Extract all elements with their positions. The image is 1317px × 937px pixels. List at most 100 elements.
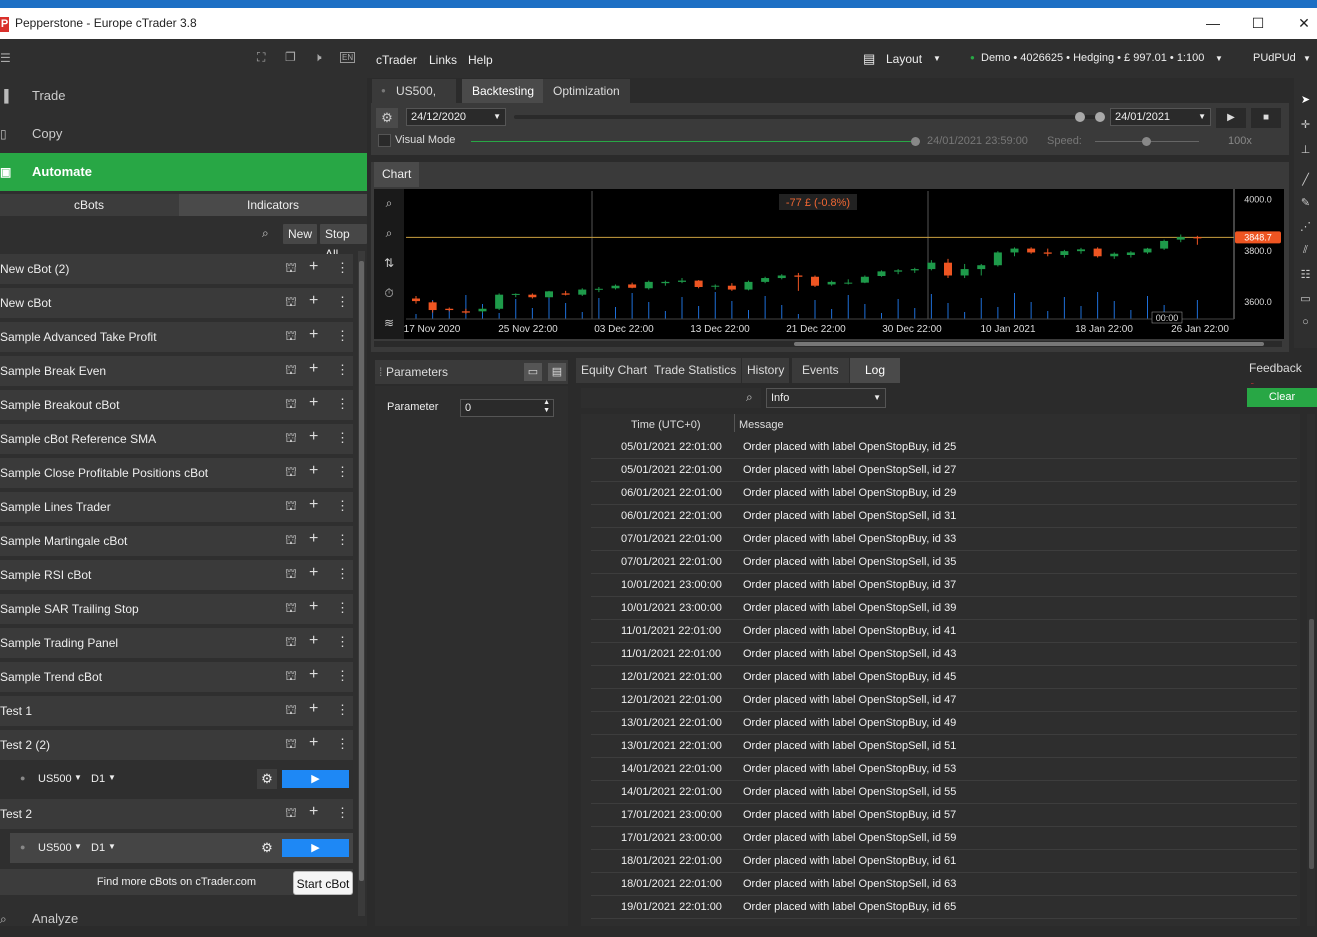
log-row[interactable]: 17/01/2021 23:00:00 Order placed with lab… (591, 827, 1297, 850)
menu-ctrader[interactable]: cTrader (376, 53, 417, 67)
log-row[interactable]: 06/01/2021 22:01:00 Order placed with lab… (591, 482, 1297, 505)
column-divider[interactable] (734, 414, 735, 432)
log-row[interactable]: 07/01/2021 22:01:00 Order placed with lab… (591, 551, 1297, 574)
add-instance-icon[interactable]: + (309, 292, 318, 310)
log-row[interactable]: 18/01/2021 22:01:00 Order placed with lab… (591, 850, 1297, 873)
log-row[interactable]: 12/01/2021 22:01:00 Order placed with lab… (591, 689, 1297, 712)
chevron-down-icon[interactable]: ▼ (933, 54, 941, 63)
more-menu-icon[interactable]: ⋮ (336, 362, 349, 378)
cbot-row[interactable]: Test 1 ⛫ + ⋮ (0, 696, 353, 726)
tab-symbol[interactable]: ● US500, D1 (372, 79, 456, 122)
log-row[interactable]: 19/01/2021 22:01:00 Order placed with lab… (591, 896, 1297, 919)
line-icon[interactable]: ╱ (1294, 173, 1317, 186)
layout-icon[interactable]: ▤ (863, 51, 875, 67)
cbot-row[interactable]: Sample SAR Trailing Stop ⛫ + ⋮ (0, 594, 353, 624)
add-instance-icon[interactable]: + (309, 360, 318, 378)
user-name[interactable]: PUdPUd (1253, 52, 1296, 64)
stepper-icon[interactable]: ▲ ▼ (543, 399, 550, 415)
more-menu-icon[interactable]: ⋮ (336, 702, 349, 718)
cbot-row[interactable]: Sample Trend cBot ⛫ + ⋮ (0, 662, 353, 692)
candlestick-chart[interactable]: ⌕ ⌕ ⇅ ⏱ ≋ 4000.0 3800.0 3600.0 3848.7 -77 £ (-0.8… (374, 189, 1284, 339)
chevron-down-icon[interactable]: ▼ (108, 773, 116, 782)
add-instance-icon[interactable]: + (309, 598, 318, 616)
tab-indicators[interactable]: Indicators (179, 194, 367, 216)
stop-button[interactable]: ■ (1251, 108, 1281, 128)
log-row[interactable]: 14/01/2021 22:01:00 Order placed with lab… (591, 781, 1297, 804)
gear-icon[interactable]: ⚙ (257, 769, 277, 789)
instances-icon[interactable]: ⛫ (285, 430, 297, 448)
instances-icon[interactable]: ⛫ (285, 805, 297, 823)
instances-icon[interactable]: ⛫ (285, 668, 297, 686)
log-row[interactable]: 11/01/2021 22:01:00 Order placed with lab… (591, 643, 1297, 666)
tab-history[interactable]: History (742, 358, 790, 383)
nav-trade[interactable]: ▐ Trade (0, 77, 367, 115)
gear-icon[interactable]: ⚙ (376, 108, 398, 128)
more-menu-icon[interactable]: ⋮ (336, 464, 349, 480)
cbot-row[interactable]: Test 2 ⛫ + ⋮ (0, 799, 353, 829)
nav-copy[interactable]: ▯ Copy (0, 115, 367, 153)
instances-icon[interactable]: ⛫ (285, 260, 297, 278)
search-icon[interactable]: ⌕ (262, 226, 269, 241)
more-menu-icon[interactable]: ⋮ (336, 532, 349, 548)
instances-icon[interactable]: ⛫ (285, 532, 297, 550)
search-icon[interactable]: ⌕ (746, 390, 753, 405)
end-date-field[interactable]: 24/01/2021 ▼ (1110, 108, 1211, 126)
more-menu-icon[interactable]: ⋮ (336, 634, 349, 650)
circle-icon[interactable]: ○ (1294, 316, 1317, 328)
scroll-thumb[interactable] (359, 261, 364, 881)
more-menu-icon[interactable]: ⋮ (336, 736, 349, 752)
more-menu-icon[interactable]: ⋮ (336, 498, 349, 514)
instances-icon[interactable]: ⛫ (285, 634, 297, 652)
add-instance-icon[interactable]: + (309, 258, 318, 276)
cbot-row[interactable]: Sample Breakout cBot ⛫ + ⋮ (0, 390, 353, 420)
log-row[interactable]: 17/01/2021 23:00:00 Order placed with lab… (591, 804, 1297, 827)
chevron-down-icon[interactable]: ▼ (1215, 54, 1223, 63)
tab-trade-statistics[interactable]: Trade Statistics (649, 358, 742, 383)
tab-cbots[interactable]: cBots (0, 194, 178, 216)
rectangle-icon[interactable]: ▭ (1294, 292, 1317, 305)
chevron-down-icon[interactable]: ▼ (873, 389, 881, 407)
menu-links[interactable]: Links (429, 53, 457, 67)
chevron-down-icon[interactable]: ▼ (108, 842, 116, 851)
add-instance-icon[interactable]: + (309, 496, 318, 514)
instance-row-2[interactable]: ● US500 ▼ D1 ▼ ⚙ ▶ (10, 833, 353, 863)
instances-icon[interactable]: ⛫ (285, 702, 297, 720)
menu-help[interactable]: Help (468, 53, 493, 67)
add-instance-icon[interactable]: + (309, 564, 318, 582)
new-cbot-button[interactable]: New (283, 224, 318, 244)
gear-icon[interactable]: ⚙ (257, 838, 277, 858)
add-instance-icon[interactable]: + (309, 803, 318, 821)
cbot-search-input[interactable] (0, 224, 278, 244)
log-row[interactable]: 10/01/2021 23:00:00 Order placed with lab… (591, 597, 1297, 620)
zoom-in-icon[interactable]: ⌕ (386, 196, 393, 210)
tab-optimization[interactable]: Optimization (543, 79, 630, 103)
start-date-field[interactable]: 24/12/2020 ▼ (406, 108, 506, 126)
more-menu-icon[interactable]: ⋮ (336, 294, 349, 310)
fibonacci-icon[interactable]: ☷ (1294, 268, 1317, 281)
layout-menu[interactable]: Layout (886, 52, 922, 66)
instance-symbol[interactable]: US500 (38, 773, 72, 785)
scroll-thumb[interactable] (1309, 619, 1314, 869)
crosshair-icon[interactable]: ✛ (1294, 118, 1317, 131)
instances-icon[interactable]: ⛫ (285, 464, 297, 482)
cbot-row[interactable]: Sample Close Profitable Positions cBot ⛫ +… (0, 458, 353, 488)
layers-icon[interactable]: ≋ (384, 316, 394, 330)
log-row[interactable]: 11/01/2021 22:01:00 Order placed with lab… (591, 620, 1297, 643)
detach-icon[interactable]: ❐ (285, 50, 296, 64)
chart-scrollbar[interactable] (374, 341, 1282, 347)
menu-icon[interactable]: ☰ (0, 51, 11, 65)
instances-icon[interactable]: ⛫ (285, 600, 297, 618)
clear-log-button[interactable]: Clear (1247, 388, 1317, 407)
log-row[interactable]: 07/01/2021 22:01:00 Order placed with lab… (591, 528, 1297, 551)
instances-icon[interactable]: ⛫ (285, 328, 297, 346)
tab-equity-chart[interactable]: Equity Chart (576, 358, 653, 383)
add-instance-icon[interactable]: + (309, 700, 318, 718)
clock-icon[interactable]: ⏱ (384, 286, 393, 300)
more-menu-icon[interactable]: ⋮ (336, 668, 349, 684)
instances-icon[interactable]: ⛫ (285, 736, 297, 754)
slider-handle[interactable] (1075, 112, 1085, 122)
cbot-row[interactable]: Sample Advanced Take Profit ⛫ + ⋮ (0, 322, 353, 352)
instances-icon[interactable]: ⛫ (285, 566, 297, 584)
add-instance-icon[interactable]: + (309, 462, 318, 480)
add-instance-icon[interactable]: + (309, 394, 318, 412)
